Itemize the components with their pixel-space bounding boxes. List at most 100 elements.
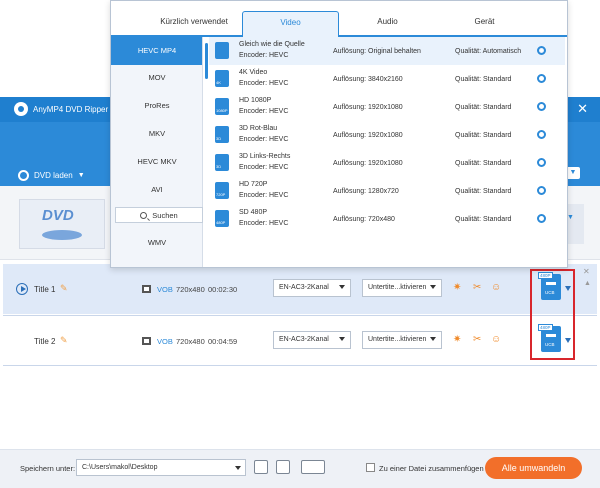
subtitle-select[interactable]: Untertite...ktivieren bbox=[362, 279, 442, 297]
preset-item[interactable]: 720P HD 720P Encoder: HEVC Auflösung: 12… bbox=[209, 177, 565, 205]
title-duration: 00:04:59 bbox=[208, 337, 238, 346]
title-list: Title 1 ✎ VOB 720x480 00:02:30 EN-AC3-2K… bbox=[3, 264, 597, 452]
preset-name: HD 1080P bbox=[239, 97, 272, 104]
format-item-avi[interactable]: AVI bbox=[111, 176, 202, 204]
disc-shape-icon bbox=[42, 230, 82, 240]
load-dvd-label: DVD laden bbox=[34, 170, 73, 180]
format-popup: Kürzlich verwendet Video Audio Gerät HEV… bbox=[110, 0, 568, 268]
edit-icon[interactable]: ✎ bbox=[60, 283, 68, 294]
audio-track-select[interactable]: EN-AC3-2Kanal bbox=[273, 331, 351, 349]
dvd-panel-scroll bbox=[566, 204, 584, 244]
title-row-1[interactable]: Title 1 ✎ VOB 720x480 00:02:30 EN-AC3-2K… bbox=[3, 264, 597, 314]
preset-name: 4K Video bbox=[239, 69, 268, 76]
gpu-acceleration-icon[interactable] bbox=[276, 460, 290, 474]
preset-encoder: Encoder: HEVC bbox=[239, 136, 289, 143]
preset-encoder: Encoder: HEVC bbox=[239, 52, 289, 59]
audio-track-value: EN-AC3-2Kanal bbox=[279, 284, 329, 291]
preset-quality: Qualität: Automatisch bbox=[455, 48, 522, 55]
edit-icon[interactable]: ✎ bbox=[60, 335, 68, 346]
chevron-down-icon bbox=[339, 337, 345, 341]
preset-name: Gleich wie die Quelle bbox=[239, 41, 305, 48]
tab-device[interactable]: Gerät bbox=[436, 11, 533, 37]
preset-item[interactable]: Gleich wie die Quelle Encoder: HEVC Aufl… bbox=[209, 37, 565, 65]
preset-name: SD 480P bbox=[239, 209, 268, 216]
merge-label: Zu einer Datei zusammenfügen bbox=[379, 464, 484, 473]
preset-icon: 3D bbox=[215, 154, 229, 171]
save-path-select[interactable]: C:\Users\makol\Desktop bbox=[76, 459, 246, 476]
folder-icon[interactable] bbox=[254, 460, 268, 474]
scrollbar[interactable] bbox=[205, 43, 208, 79]
title-name: Title 2 bbox=[34, 337, 56, 346]
effects-icon[interactable]: ✷ bbox=[453, 334, 461, 345]
preset-quality: Qualität: Standard bbox=[455, 188, 512, 195]
settings-icon[interactable] bbox=[301, 460, 325, 474]
preset-item[interactable]: 3D 3D Links-Rechts Encoder: HEVC Auflösu… bbox=[209, 149, 565, 177]
palette-icon[interactable]: ☺ bbox=[491, 282, 501, 293]
gear-icon[interactable] bbox=[537, 46, 546, 55]
gear-icon[interactable] bbox=[537, 74, 546, 83]
app-window: AnyMP4 DVD Ripper ✕ DVD laden ▼ ▼ DVD ▼ … bbox=[0, 0, 600, 488]
chevron-down-icon bbox=[430, 337, 436, 341]
chevron-down-icon bbox=[235, 466, 241, 470]
subtitle-select[interactable]: Untertite...ktivieren bbox=[362, 331, 442, 349]
close-icon[interactable]: ✕ bbox=[583, 267, 590, 276]
format-item-hevc-mp4[interactable]: HEVC MP4 bbox=[111, 37, 202, 65]
convert-all-button[interactable]: Alle umwandeln bbox=[485, 457, 582, 479]
gear-icon[interactable] bbox=[537, 158, 546, 167]
preset-resolution: Auflösung: Original behalten bbox=[333, 48, 421, 55]
format-item-mov[interactable]: MOV bbox=[111, 64, 202, 92]
preset-resolution: Auflösung: 1920x1080 bbox=[333, 160, 403, 167]
load-dvd-button[interactable]: DVD laden ▼ bbox=[18, 168, 85, 182]
title-name: Title 1 bbox=[34, 285, 56, 294]
gear-icon[interactable] bbox=[537, 186, 546, 195]
app-title: AnyMP4 DVD Ripper bbox=[33, 105, 109, 114]
preset-icon: 720P bbox=[215, 182, 229, 199]
preset-item[interactable]: 3D 3D Rot-Blau Encoder: HEVC Auflösung: … bbox=[209, 121, 565, 149]
gear-icon[interactable] bbox=[537, 130, 546, 139]
play-icon[interactable] bbox=[16, 283, 28, 295]
preset-item[interactable]: 4K 4K Video Encoder: HEVC Auflösung: 384… bbox=[209, 65, 565, 93]
chevron-down-icon: ▼ bbox=[77, 171, 85, 179]
preset-resolution: Auflösung: 3840x2160 bbox=[333, 76, 403, 83]
search-label: Suchen bbox=[152, 210, 178, 220]
cut-icon[interactable]: ✂ bbox=[473, 334, 481, 345]
preset-item[interactable]: 1080P HD 1080P Encoder: HEVC Auflösung: … bbox=[209, 93, 565, 121]
title-resolution: 720x480 bbox=[176, 285, 205, 294]
save-to-label: Speichern unter: bbox=[20, 464, 76, 473]
gear-icon[interactable] bbox=[537, 102, 546, 111]
search-icon bbox=[140, 211, 148, 219]
gear-icon[interactable] bbox=[537, 214, 546, 223]
audio-track-select[interactable]: EN-AC3-2Kanal bbox=[273, 279, 351, 297]
preset-icon: 3D bbox=[215, 126, 229, 143]
preset-encoder: Encoder: HEVC bbox=[239, 108, 289, 115]
preset-quality: Qualität: Standard bbox=[455, 216, 512, 223]
palette-icon[interactable]: ☺ bbox=[491, 334, 501, 345]
format-item-hevc-mkv[interactable]: HEVC MKV bbox=[111, 148, 202, 176]
format-item-mkv[interactable]: MKV bbox=[111, 120, 202, 148]
effects-icon[interactable]: ✷ bbox=[453, 282, 461, 293]
preset-resolution: Auflösung: 1920x1080 bbox=[333, 104, 403, 111]
merge-checkbox[interactable] bbox=[366, 463, 375, 472]
chevron-up-icon[interactable]: ▲ bbox=[584, 280, 591, 287]
chevron-down-icon[interactable]: ▼ bbox=[567, 214, 574, 221]
output-format-dropdown[interactable]: ▼ bbox=[566, 167, 580, 179]
close-icon[interactable]: ✕ bbox=[577, 102, 588, 115]
preset-quality: Qualität: Standard bbox=[455, 76, 512, 83]
preset-encoder: Encoder: HEVC bbox=[239, 80, 289, 87]
chevron-down-icon bbox=[339, 285, 345, 289]
app-logo-icon bbox=[14, 102, 28, 116]
save-path-value: C:\Users\makol\Desktop bbox=[82, 464, 158, 471]
format-item-wmv[interactable]: WMV bbox=[111, 229, 202, 257]
format-item-prores[interactable]: ProRes bbox=[111, 92, 202, 120]
tab-audio[interactable]: Audio bbox=[339, 11, 436, 37]
preset-quality: Qualität: Standard bbox=[455, 160, 512, 167]
search-button[interactable]: Suchen bbox=[115, 207, 203, 223]
title-row-2[interactable]: Title 2 ✎ VOB 720x480 00:04:59 EN-AC3-2K… bbox=[3, 316, 597, 366]
cut-icon[interactable]: ✂ bbox=[473, 282, 481, 293]
subtitle-value: Untertite...ktivieren bbox=[368, 336, 427, 343]
tab-recent[interactable]: Kürzlich verwendet bbox=[141, 11, 247, 37]
preset-quality: Qualität: Standard bbox=[455, 132, 512, 139]
row-divider bbox=[3, 365, 597, 366]
preset-item[interactable]: 480P SD 480P Encoder: HEVC Auflösung: 72… bbox=[209, 205, 565, 233]
tab-video[interactable]: Video bbox=[242, 11, 339, 37]
